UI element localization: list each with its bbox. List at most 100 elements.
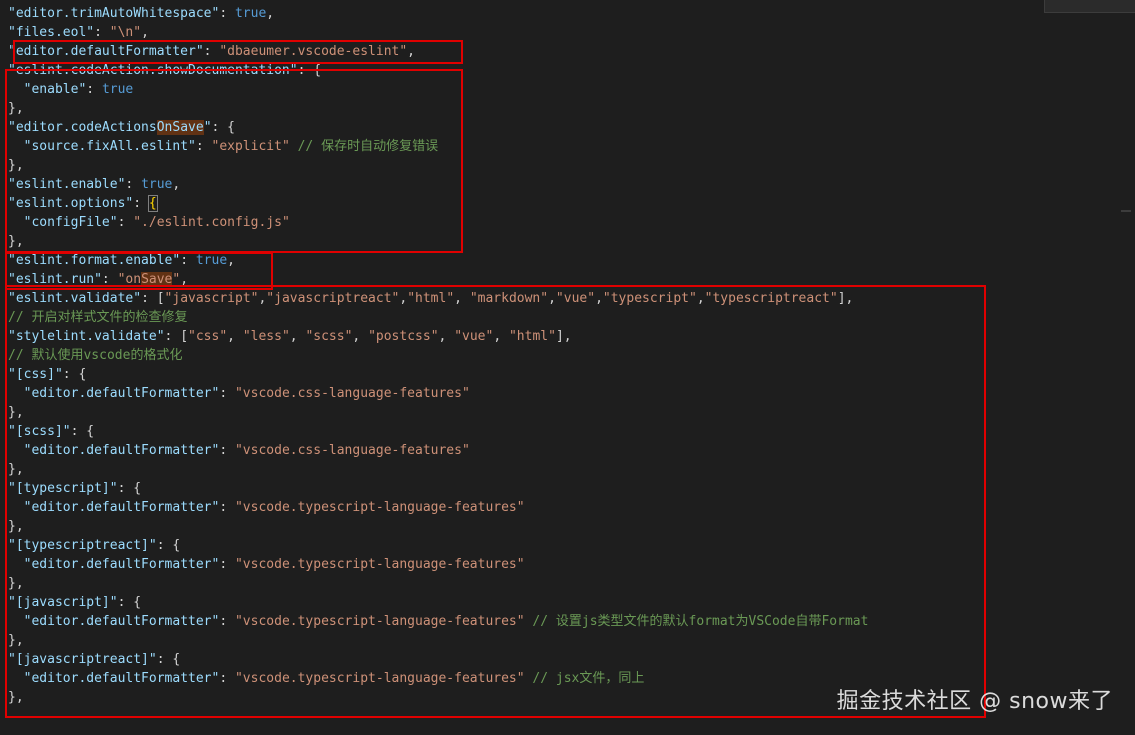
json-string: "typescriptreact" xyxy=(704,291,838,306)
code-lines[interactable]: "editor.trimAutoWhitespace": true, "files… xyxy=(8,4,1135,707)
punctuation: , xyxy=(696,291,705,306)
code-line[interactable]: "[typescript]": { xyxy=(8,479,1135,498)
code-line[interactable]: "editor.defaultFormatter": "vscode.types… xyxy=(8,612,1135,631)
json-key: "editor.trimAutoWhitespace" xyxy=(8,6,220,21)
punctuation: : [ xyxy=(141,291,165,306)
code-line[interactable]: "eslint.format.enable": true, xyxy=(8,251,1135,270)
json-string: "vscode.typescript-language-features" xyxy=(234,671,525,686)
code-line[interactable]: }, xyxy=(8,574,1135,593)
code-line[interactable]: }, xyxy=(8,156,1135,175)
json-key: "eslint.validate" xyxy=(8,291,142,306)
code-line[interactable]: "editor.defaultFormatter": "vscode.css-l… xyxy=(8,441,1135,460)
code-line[interactable]: "[typescriptreact]": { xyxy=(8,536,1135,555)
code-line[interactable]: "source.fixAll.eslint": "explicit" // 保存… xyxy=(8,137,1135,156)
watermark-text: 掘金技术社区 @ snow来了 xyxy=(836,689,1113,714)
punctuation xyxy=(8,139,24,154)
punctuation: : xyxy=(195,139,212,154)
json-string: "dbaeumer.vscode-eslint" xyxy=(219,44,408,59)
code-line[interactable]: }, xyxy=(8,460,1135,479)
punctuation: , xyxy=(172,177,181,192)
punctuation xyxy=(8,500,24,515)
code-line[interactable]: "configFile": "./eslint.config.js" xyxy=(8,213,1135,232)
json-key: "files.eol" xyxy=(8,25,95,40)
json-key: "[typescriptreact]" xyxy=(8,538,157,553)
json-string: "javascriptreact" xyxy=(266,291,400,306)
code-line[interactable]: "editor.defaultFormatter": "vscode.types… xyxy=(8,555,1135,574)
code-line[interactable]: "editor.codeActionsOnSave": { xyxy=(8,118,1135,137)
code-editor[interactable]: "editor.trimAutoWhitespace": true, "files… xyxy=(0,0,1135,735)
json-string: "vscode.css-language-features" xyxy=(234,386,470,401)
code-line[interactable]: "eslint.validate": ["javascript","javasc… xyxy=(8,289,1135,308)
brace: { xyxy=(313,63,322,78)
punctuation: ], xyxy=(837,291,854,306)
punctuation: , xyxy=(399,291,408,306)
code-line[interactable]: "editor.trimAutoWhitespace": true, xyxy=(8,4,1135,23)
code-line[interactable]: "[javascriptreact]": { xyxy=(8,650,1135,669)
json-string: "html" xyxy=(508,329,556,344)
brace: { xyxy=(133,481,142,496)
json-string: "javascript" xyxy=(164,291,259,306)
json-key: "[javascriptreact]" xyxy=(8,652,157,667)
code-line[interactable]: "[javascript]": { xyxy=(8,593,1135,612)
code-line[interactable]: // 默认使用vscode的格式化 xyxy=(8,346,1135,365)
punctuation: }, xyxy=(8,462,24,477)
punctuation: : xyxy=(219,671,235,686)
code-line[interactable]: "eslint.codeAction.showDocumentation": { xyxy=(8,61,1135,80)
punctuation xyxy=(8,443,24,458)
punctuation: : xyxy=(156,538,173,553)
code-line[interactable]: // 开启对样式文件的检查修复 xyxy=(8,308,1135,327)
json-key: "editor.defaultFormatter" xyxy=(23,557,220,572)
json-key: "editor.defaultFormatter" xyxy=(23,443,220,458)
json-string: "vscode.typescript-language-features" xyxy=(234,500,525,515)
punctuation: , xyxy=(352,329,369,344)
json-string: "postcss" xyxy=(368,329,439,344)
brace: { xyxy=(133,595,142,610)
json-key: "editor.defaultFormatter" xyxy=(23,386,220,401)
code-line[interactable]: "eslint.options": { xyxy=(8,194,1135,213)
punctuation: , xyxy=(438,329,455,344)
brace: { xyxy=(172,652,181,667)
code-line[interactable]: "editor.defaultFormatter": "vscode.types… xyxy=(8,498,1135,517)
code-line[interactable]: }, xyxy=(8,99,1135,118)
code-line[interactable]: }, xyxy=(8,631,1135,650)
punctuation: : xyxy=(219,6,235,21)
json-key: "editor.defaultFormatter" xyxy=(23,614,220,629)
punctuation: : xyxy=(94,25,110,40)
code-comment: // 保存时自动修复错误 xyxy=(289,139,439,154)
json-key: "eslint.run" xyxy=(8,272,102,287)
code-line[interactable]: "editor.defaultFormatter": "dbaeumer.vsc… xyxy=(8,42,1135,61)
code-line[interactable]: }, xyxy=(8,517,1135,536)
code-line[interactable]: "editor.defaultFormatter": "vscode.css-l… xyxy=(8,384,1135,403)
json-string: "vue" xyxy=(454,329,494,344)
punctuation: , xyxy=(227,329,243,344)
code-line[interactable]: "eslint.enable": true, xyxy=(8,175,1135,194)
code-line[interactable]: "enable": true xyxy=(8,80,1135,99)
punctuation: }, xyxy=(8,234,24,249)
punctuation: : [ xyxy=(164,329,189,344)
punctuation xyxy=(8,215,24,230)
code-line[interactable]: "eslint.run": "onSave", xyxy=(8,270,1135,289)
json-boolean: true xyxy=(101,82,134,97)
code-line[interactable]: "[scss]": { xyxy=(8,422,1135,441)
punctuation: : xyxy=(219,614,235,629)
punctuation: : xyxy=(219,557,235,572)
punctuation: , xyxy=(548,291,556,306)
json-string: "vscode.typescript-language-features" xyxy=(234,557,525,572)
punctuation: , xyxy=(227,253,235,268)
punctuation: : xyxy=(70,424,87,439)
punctuation: }, xyxy=(8,101,24,116)
json-string: "vscode.css-language-features" xyxy=(234,443,470,458)
json-key: "eslint.enable" xyxy=(8,177,126,192)
code-line[interactable]: "stylelint.validate": ["css", "less", "s… xyxy=(8,327,1135,346)
code-line[interactable]: "[css]": { xyxy=(8,365,1135,384)
code-line[interactable]: "files.eol": "\n", xyxy=(8,23,1135,42)
code-line[interactable]: }, xyxy=(8,232,1135,251)
punctuation: : xyxy=(133,196,149,211)
punctuation: , xyxy=(266,6,275,21)
json-key: "[javascript]" xyxy=(8,595,118,610)
code-line[interactable]: }, xyxy=(8,403,1135,422)
json-key: "editor.codeActions xyxy=(8,120,157,135)
punctuation: : xyxy=(211,120,228,135)
json-key: "eslint.options" xyxy=(8,196,134,211)
json-key: "enable" xyxy=(23,82,87,97)
